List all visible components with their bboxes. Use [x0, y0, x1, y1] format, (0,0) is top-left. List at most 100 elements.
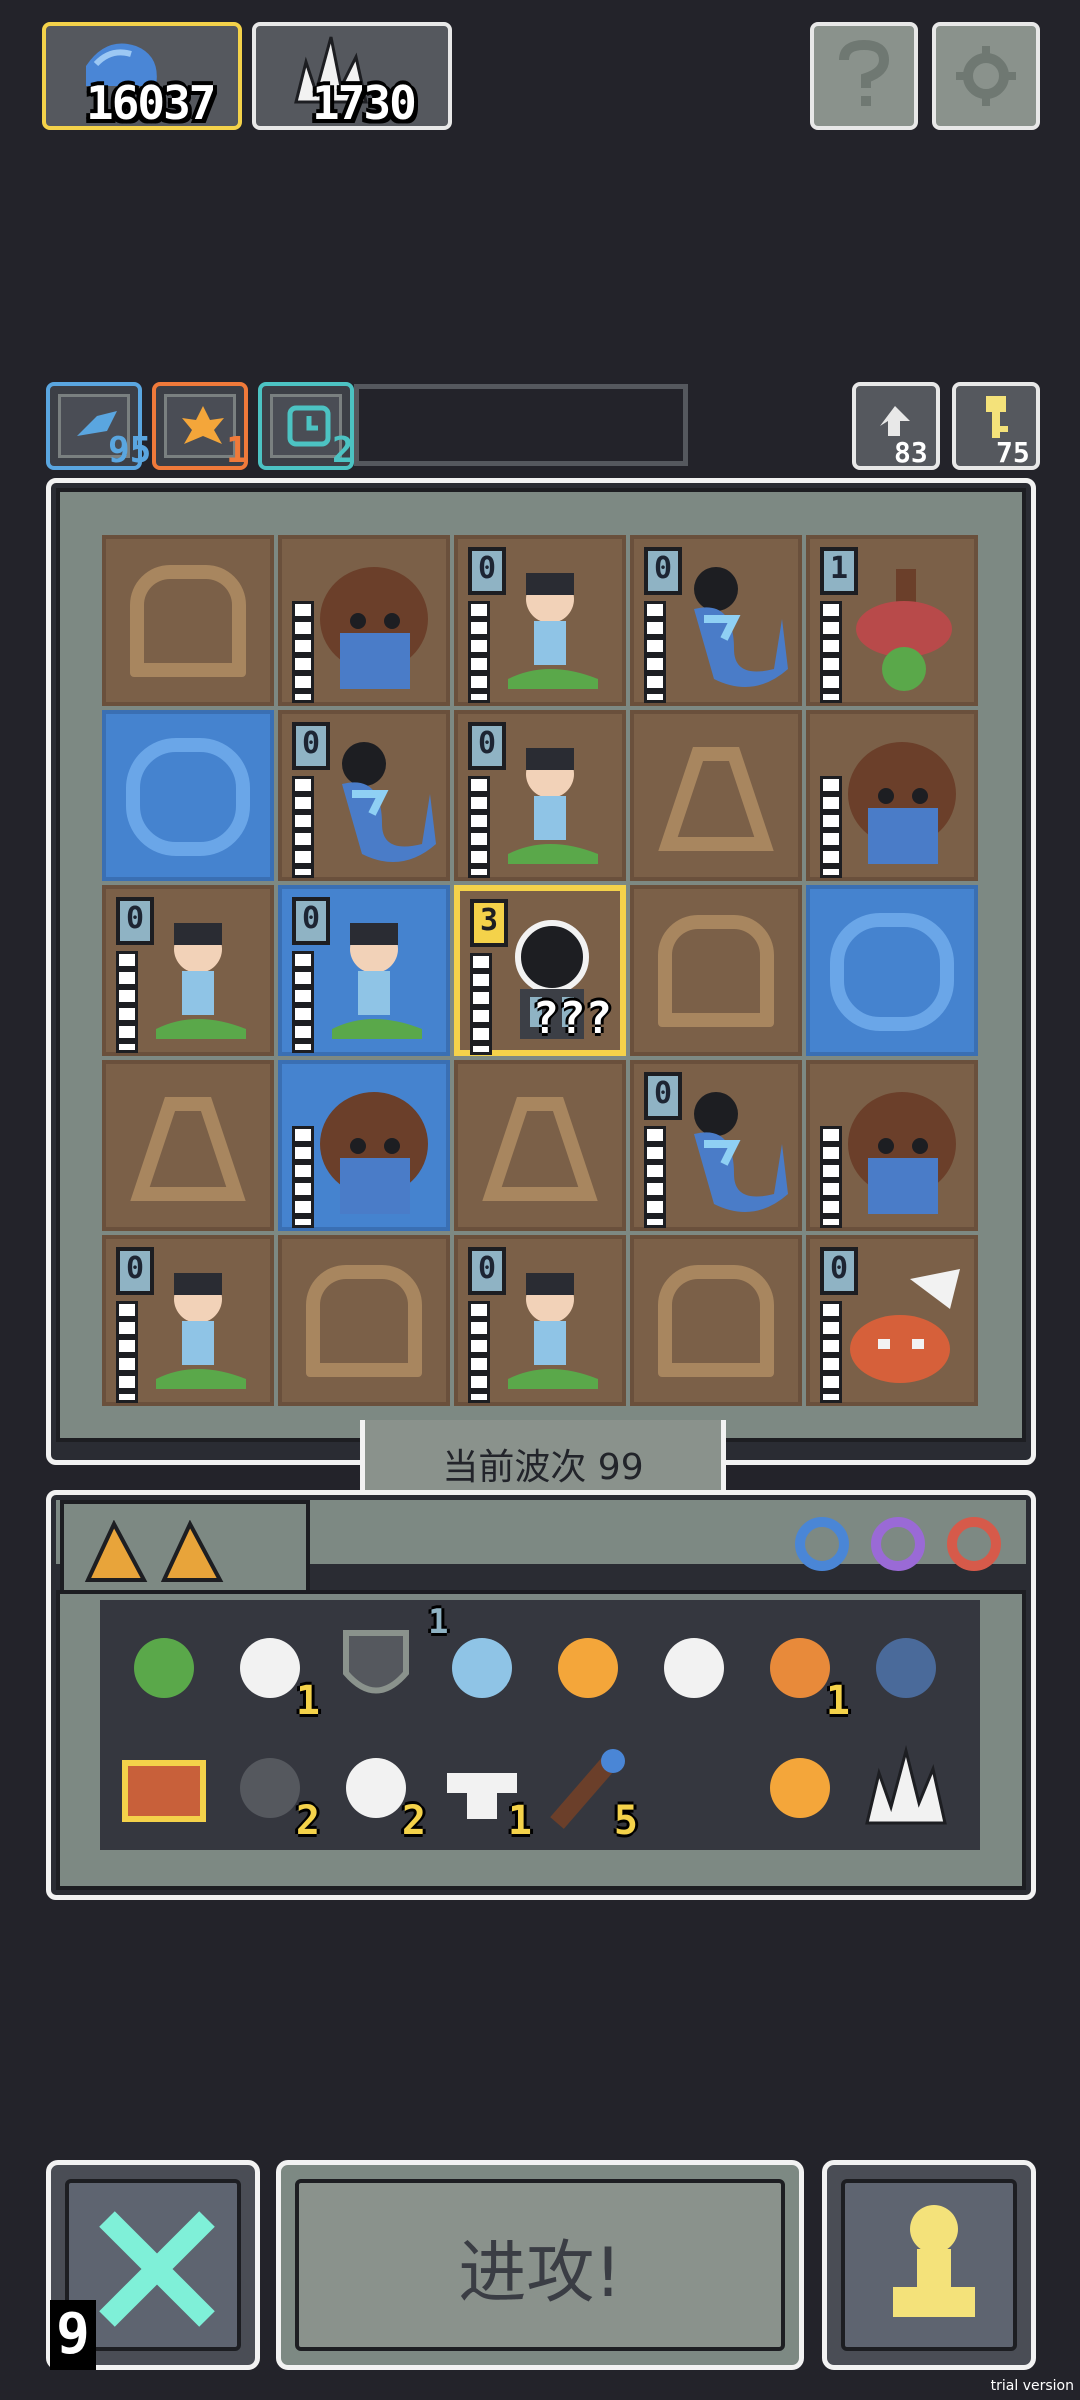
board-cell[interactable]: 0 — [454, 535, 626, 706]
wave-label: 当前波次 99 — [442, 1447, 644, 1488]
flame-icon — [182, 406, 224, 444]
inventory-item[interactable] — [326, 1618, 426, 1718]
unit-health-bar — [292, 1126, 314, 1228]
meteor-icon — [558, 1638, 618, 1698]
item-count: 1 — [507, 1798, 532, 1844]
tree-golem-icon — [848, 1092, 956, 1214]
skill-bird[interactable]: 95 — [46, 382, 151, 471]
board-cell[interactable] — [278, 1060, 450, 1231]
board-cell[interactable]: 0 — [102, 885, 274, 1056]
inventory-item[interactable] — [856, 1738, 956, 1838]
board-cell[interactable]: 0 — [102, 1235, 274, 1406]
board-cell[interactable]: 0 — [630, 535, 802, 706]
inventory-item[interactable] — [644, 1618, 744, 1718]
recycle-value: 83 — [894, 436, 928, 469]
boot-icon — [664, 1638, 724, 1698]
attack-label: 进攻! — [458, 2234, 622, 2313]
unit-level: 0 — [468, 722, 506, 770]
skill-clock[interactable]: 2 — [258, 382, 354, 471]
inventory-item[interactable] — [114, 1618, 214, 1718]
ring-purple-icon[interactable] — [866, 1512, 930, 1576]
board-cell[interactable] — [630, 885, 802, 1056]
inventory-item[interactable]: 1 — [428, 1602, 532, 1718]
board-cell[interactable] — [102, 710, 274, 881]
board-cell[interactable] — [806, 1060, 978, 1231]
settings-button[interactable] — [932, 22, 1040, 130]
board-cell[interactable] — [630, 1235, 802, 1406]
inventory-item[interactable]: 2 — [326, 1738, 426, 1844]
unit-level: 0 — [468, 1247, 506, 1295]
hero-button[interactable] — [822, 2160, 1036, 2370]
board-cell[interactable] — [278, 535, 450, 706]
board-cell[interactable]: 1 — [806, 535, 978, 706]
snake-maiden-icon — [332, 923, 422, 1039]
unit-health-bar — [292, 951, 314, 1053]
crystal-resource-button[interactable]: 1730 — [252, 22, 452, 130]
inventory-item[interactable] — [538, 1618, 638, 1718]
inventory-item[interactable]: 1 — [750, 1618, 850, 1724]
stone-tile — [658, 1265, 774, 1377]
unit-health-bar — [644, 1126, 666, 1228]
clock-icon — [287, 405, 331, 447]
sea-serpent-icon — [694, 567, 788, 687]
crystal-count: 1730 — [312, 76, 417, 130]
cycle-icon — [452, 1638, 512, 1698]
snake-maiden-icon — [508, 1273, 598, 1389]
board-cell[interactable]: 0 — [278, 885, 450, 1056]
inventory-tab-active[interactable] — [60, 1500, 310, 1592]
inventory-item[interactable]: 5 — [538, 1738, 638, 1844]
unit-level: 0 — [820, 1247, 858, 1295]
progress-bar — [354, 384, 688, 466]
key-value: 75 — [996, 436, 1030, 469]
inventory-item[interactable]: 2 — [220, 1738, 320, 1844]
mystery-label: ??? — [532, 993, 612, 1044]
board-cell[interactable]: 0 — [454, 710, 626, 881]
inventory-item[interactable]: 1 — [220, 1618, 320, 1724]
board-cell[interactable] — [278, 1235, 450, 1406]
board-cell[interactable] — [806, 710, 978, 881]
water-resource-button[interactable]: 16037 — [42, 22, 242, 130]
key-button[interactable]: 75 — [952, 382, 1040, 470]
unit-level: 0 — [116, 897, 154, 945]
unit-health-bar — [292, 601, 314, 703]
inventory-item[interactable] — [114, 1738, 214, 1838]
unit-health-bar — [116, 951, 138, 1053]
gold-wedge-icon — [160, 1520, 224, 1582]
unit-health-bar — [468, 601, 490, 703]
board-cell[interactable] — [454, 1060, 626, 1231]
board-cell[interactable]: 0 — [630, 1060, 802, 1231]
board-cell[interactable]: 0 — [454, 1235, 626, 1406]
help-button[interactable] — [810, 22, 918, 130]
board-cell[interactable] — [806, 885, 978, 1056]
unit-health-bar — [820, 776, 842, 878]
unit-health-bar — [116, 1301, 138, 1403]
ring-red-icon[interactable] — [942, 1512, 1006, 1576]
board-cell[interactable]: 0 — [806, 1235, 978, 1406]
skill-flame[interactable]: 1 — [152, 382, 248, 471]
inventory-item[interactable]: 1 — [432, 1738, 532, 1844]
water-tile — [830, 913, 954, 1031]
pawn-icon — [893, 2205, 975, 2317]
close-icon — [99, 2211, 215, 2327]
unit-level: 0 — [468, 547, 506, 595]
board-cell[interactable] — [102, 535, 274, 706]
shield-icon — [343, 1630, 409, 1694]
ring-blue-icon[interactable] — [790, 1512, 854, 1576]
inventory-item[interactable] — [750, 1738, 850, 1838]
snake-maiden-icon — [156, 923, 246, 1039]
board-cell[interactable]: 3??? — [454, 885, 626, 1056]
attack-button[interactable]: 进攻! — [276, 2160, 804, 2370]
item-count: 5 — [613, 1798, 638, 1844]
board-cell[interactable] — [102, 1060, 274, 1231]
inventory-item[interactable] — [856, 1618, 956, 1718]
unit-health-bar — [820, 601, 842, 703]
unit-level: 3 — [470, 899, 508, 947]
unit-level: 0 — [292, 897, 330, 945]
item-count: 1 — [295, 1678, 320, 1724]
item-level: 1 — [428, 1602, 449, 1642]
board-cell[interactable] — [630, 710, 802, 881]
board-cell[interactable]: 0 — [278, 710, 450, 881]
recycle-button[interactable]: 83 — [852, 382, 940, 470]
unit-level: 1 — [820, 547, 858, 595]
tree-golem-icon — [848, 742, 956, 864]
